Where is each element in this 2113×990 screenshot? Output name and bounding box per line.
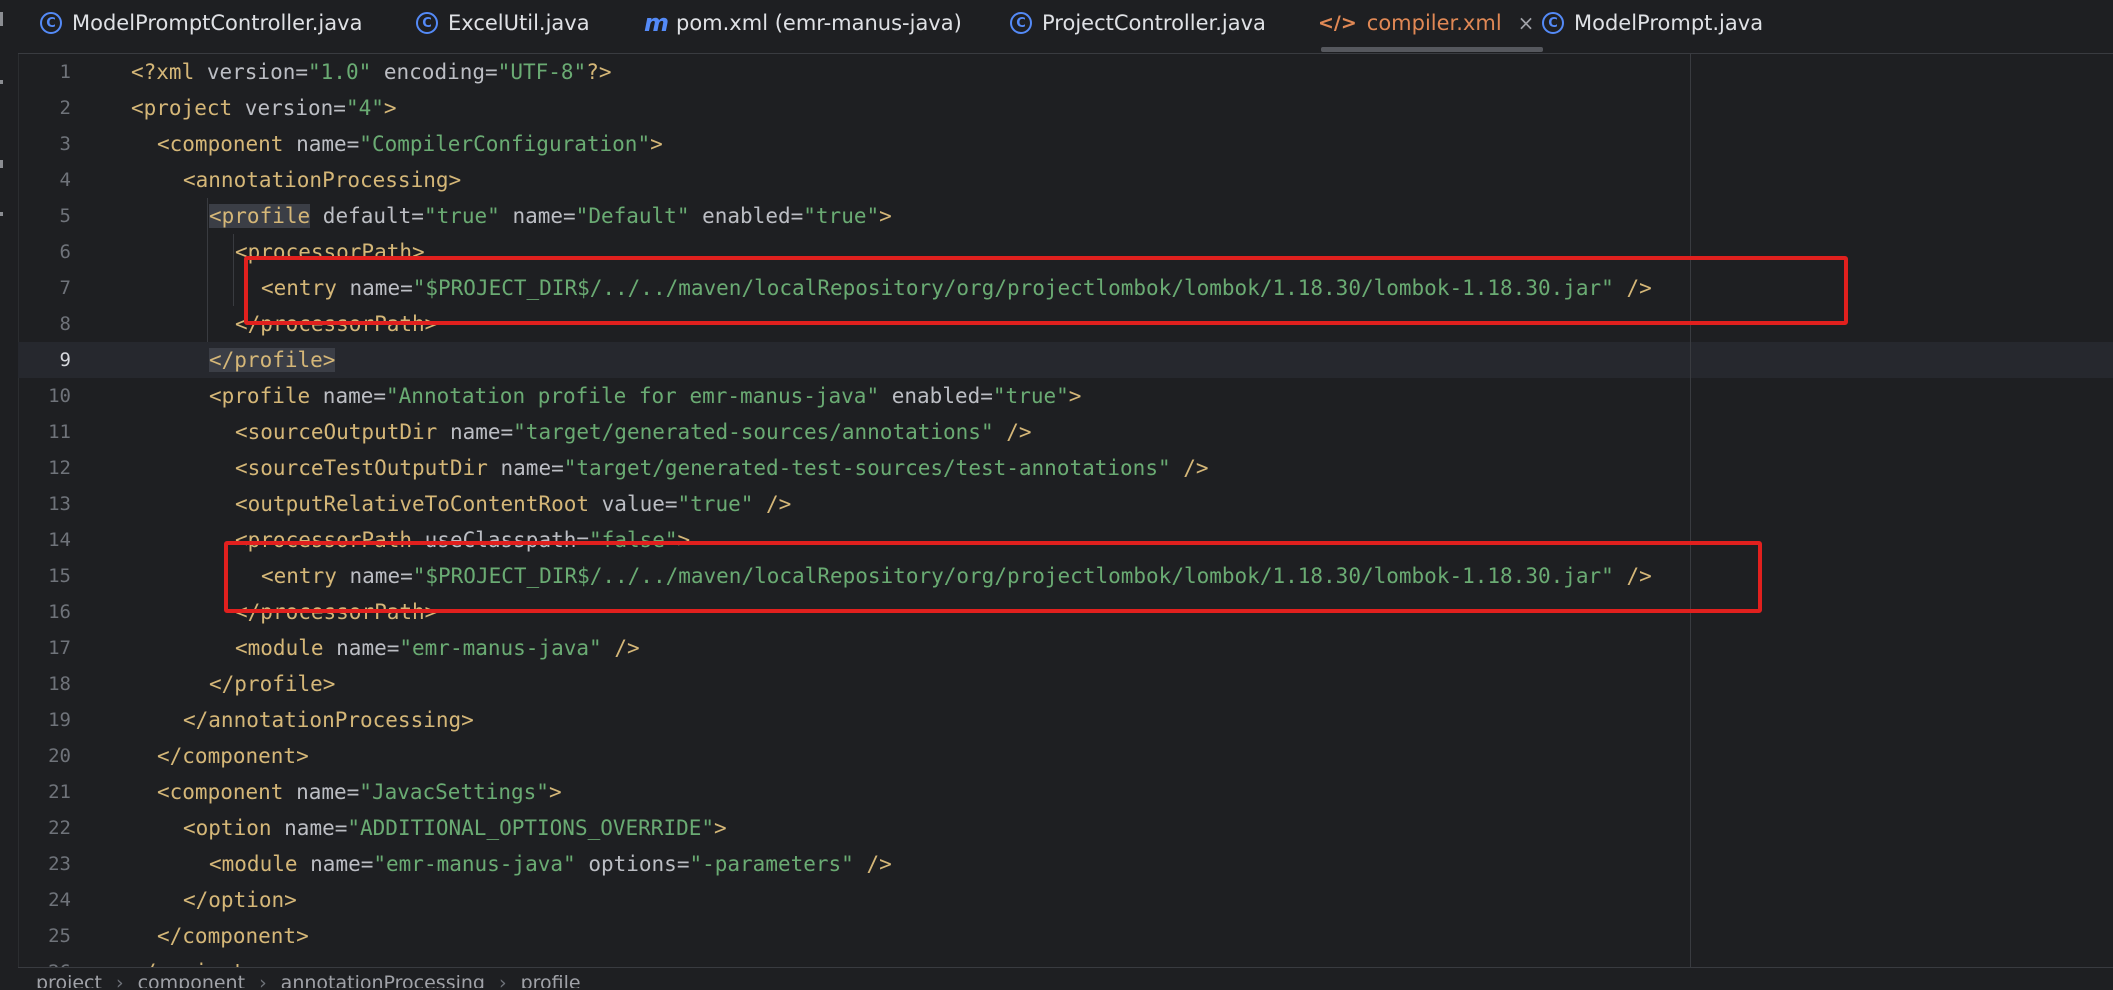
tab-compiler-xml[interactable]: </> compiler.xml × (1318, 0, 1534, 46)
line-number: 3 (59, 133, 71, 155)
maven-icon: m (644, 9, 670, 37)
line-number: 11 (48, 421, 71, 443)
code-line-11: <sourceOutputDir name="target/generated-… (235, 420, 1032, 444)
annotation-highlight-box (244, 256, 1848, 325)
chevron-right-icon: › (115, 972, 124, 988)
code-line-5: <profile default="true" name="Default" e… (209, 204, 892, 228)
code-line-23: <module name="emr-manus-java" options="-… (209, 852, 892, 876)
tab-label: ModelPrompt.java (1574, 11, 1764, 35)
code-line-25: </component> (157, 924, 309, 948)
code-line-13: <outputRelativeToContentRoot value="true… (235, 492, 792, 516)
right-margin-guide (1690, 54, 1691, 967)
chevron-right-icon: › (259, 972, 267, 988)
line-number: 2 (59, 97, 71, 119)
code-line-22: <option name="ADDITIONAL_OPTIONS_OVERRID… (183, 816, 727, 840)
line-number: 20 (48, 745, 71, 767)
line-number-current: 9 (59, 349, 71, 371)
line-number: 6 (59, 241, 71, 263)
code-line-10: <profile name="Annotation profile for em… (209, 384, 1082, 408)
breadcrumb: project › component › annotationProcessing › p… (18, 967, 2113, 988)
tab-label: ProjectController.java (1042, 11, 1266, 35)
line-number: 12 (48, 457, 71, 479)
line-number: 15 (48, 565, 71, 587)
line-number: 13 (48, 493, 71, 515)
breadcrumb-item[interactable]: project (36, 972, 102, 988)
line-number: 7 (59, 277, 71, 299)
line-number: 1 (59, 61, 71, 83)
breadcrumb-item[interactable]: profile (521, 972, 581, 988)
close-icon[interactable]: × (1518, 11, 1535, 35)
class-icon: C (416, 12, 438, 34)
tab-pom-xml[interactable]: m pom.xml (emr-manus-java) (644, 0, 962, 46)
line-number: 4 (59, 169, 71, 191)
left-tool-strip (0, 0, 19, 987)
breadcrumb-item[interactable]: annotationProcessing (281, 972, 485, 988)
annotation-highlight-box (224, 541, 1762, 613)
line-number: 23 (48, 853, 71, 875)
code-line-3: <component name="CompilerConfiguration"> (157, 132, 663, 156)
editor-tab-bar: C ModelPromptController.java C ExcelUtil… (18, 0, 2113, 54)
indent-guide (233, 234, 234, 306)
code-line-9: </profile> (209, 348, 336, 372)
tab-excel-util[interactable]: C ExcelUtil.java (416, 0, 590, 46)
code-line-1: <?xml version="1.0" encoding="UTF-8"?> (131, 60, 612, 84)
code-line-17: <module name="emr-manus-java" /> (235, 636, 640, 660)
tab-label: compiler.xml (1366, 11, 1502, 35)
tab-model-prompt[interactable]: C ModelPrompt.java (1542, 0, 1763, 46)
class-icon: C (40, 12, 62, 34)
class-icon: C (1010, 12, 1032, 34)
class-icon: C (1542, 12, 1564, 34)
code-line-12: <sourceTestOutputDir name="target/genera… (235, 456, 1209, 480)
xml-icon: </> (1318, 12, 1357, 34)
tab-label: ExcelUtil.java (448, 11, 590, 35)
code-line-21: <component name="JavacSettings"> (157, 780, 562, 804)
code-line-4: <annotationProcessing> (183, 168, 462, 192)
tab-label: pom.xml (emr-manus-java) (676, 11, 962, 35)
line-number: 17 (48, 637, 71, 659)
tab-project-controller[interactable]: C ProjectController.java (1010, 0, 1266, 46)
code-line-2: <project version="4"> (131, 96, 397, 120)
line-number: 19 (48, 709, 71, 731)
line-number: 24 (48, 889, 71, 911)
active-tab-indicator (1321, 47, 1543, 52)
code-line-19: </annotationProcessing> (183, 708, 474, 732)
line-number-gutter: 1 2 3 4 5 6 7 8 9 10 11 12 13 14 15 16 1… (18, 54, 108, 983)
tab-label: ModelPromptController.java (72, 11, 363, 35)
code-line-24: </option> (183, 888, 297, 912)
chevron-right-icon: › (498, 972, 507, 988)
line-number: 16 (48, 601, 71, 623)
line-number: 10 (48, 385, 71, 407)
line-number: 5 (59, 205, 71, 227)
indent-guide (207, 198, 208, 342)
line-number: 25 (48, 925, 71, 947)
breadcrumb-item[interactable]: component (138, 972, 246, 988)
code-line-20: </component> (157, 744, 309, 768)
line-number: 21 (48, 781, 71, 803)
line-number: 8 (59, 313, 71, 335)
tab-model-prompt-controller[interactable]: C ModelPromptController.java (40, 0, 362, 46)
line-number: 22 (48, 817, 71, 839)
code-line-18: </profile> (209, 672, 336, 696)
line-number: 14 (48, 529, 71, 551)
line-number: 18 (48, 673, 71, 695)
